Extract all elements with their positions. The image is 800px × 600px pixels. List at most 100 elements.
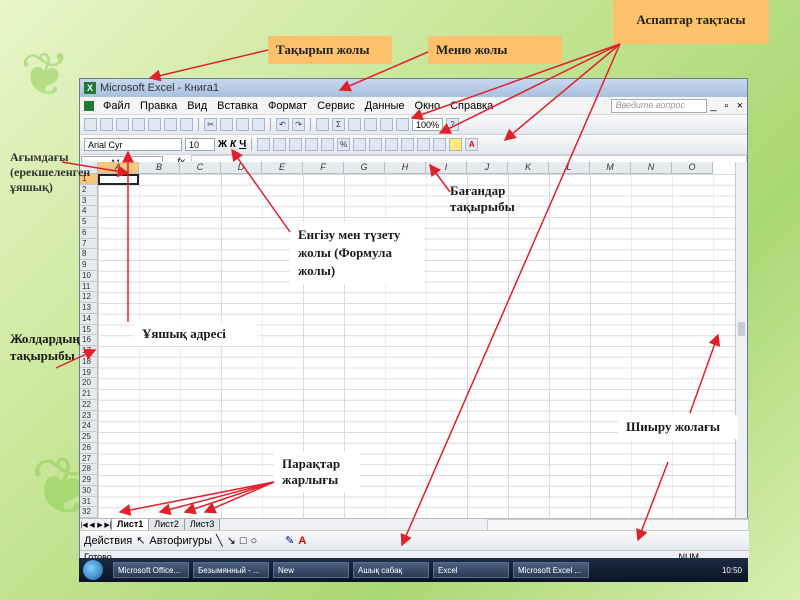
redo-icon[interactable]: ↷ — [292, 118, 305, 131]
menu-edit[interactable]: Правка — [135, 100, 182, 112]
next-sheet-icon[interactable]: ▶ — [96, 521, 104, 529]
sort-ascending-icon[interactable] — [348, 118, 361, 131]
row-header-18[interactable]: 18 — [80, 356, 98, 368]
thousands-icon[interactable] — [353, 138, 367, 151]
menu-insert[interactable]: Вставка — [212, 100, 263, 112]
row-header-24[interactable]: 24 — [80, 421, 98, 432]
scroll-thumb[interactable] — [738, 322, 745, 336]
preview-icon[interactable] — [164, 118, 177, 131]
zoom-combo[interactable]: 100% — [412, 118, 444, 131]
merge-center-icon[interactable] — [305, 138, 319, 151]
prev-sheet-icon[interactable]: ◀ — [88, 521, 96, 529]
menu-view[interactable]: Вид — [182, 100, 212, 112]
row-header-8[interactable]: 8 — [80, 249, 98, 260]
print-icon[interactable] — [148, 118, 161, 131]
task-button[interactable]: Безымянный - ... — [193, 562, 269, 578]
format-painter-icon[interactable] — [252, 118, 265, 131]
bold-icon[interactable]: Ж — [218, 139, 227, 150]
row-header-6[interactable]: 6 — [80, 227, 98, 239]
increase-indent-icon[interactable] — [417, 138, 431, 151]
rectangle-icon[interactable]: □ — [240, 535, 247, 547]
chart-wizard-icon[interactable] — [380, 118, 393, 131]
active-cell[interactable] — [98, 174, 139, 185]
column-header-N[interactable]: N — [631, 162, 672, 174]
column-header-I[interactable]: I — [426, 162, 467, 174]
help-question-input[interactable]: Введите вопрос — [610, 98, 707, 113]
row-header-31[interactable]: 31 — [80, 496, 98, 508]
font-color-icon[interactable]: A — [298, 535, 306, 547]
row-header-22[interactable]: 22 — [80, 399, 98, 411]
column-header-D[interactable]: D — [221, 162, 262, 174]
column-header-F[interactable]: F — [303, 162, 344, 174]
menu-help[interactable]: Справка — [445, 100, 498, 112]
row-header-3[interactable]: 3 — [80, 195, 98, 207]
column-header-C[interactable]: C — [180, 162, 221, 174]
column-header-A[interactable]: A — [98, 162, 139, 174]
arrow-icon[interactable]: ↘ — [227, 534, 236, 547]
align-center-icon[interactable] — [273, 138, 287, 151]
row-header-32[interactable]: 32 — [80, 507, 98, 518]
decrease-indent-icon[interactable] — [401, 138, 415, 151]
new-icon[interactable] — [84, 118, 97, 131]
row-header-27[interactable]: 27 — [80, 453, 98, 465]
autoshapes-menu[interactable]: Автофигуры — [149, 535, 212, 547]
row-header-16[interactable]: 16 — [80, 335, 98, 346]
align-right-icon[interactable] — [289, 138, 303, 151]
copy-icon[interactable] — [220, 118, 233, 131]
autosum-icon[interactable]: Σ — [332, 118, 345, 131]
row-header-26[interactable]: 26 — [80, 442, 98, 454]
currency-icon[interactable] — [321, 138, 335, 151]
row-header-12[interactable]: 12 — [80, 292, 98, 303]
column-header-J[interactable]: J — [467, 162, 508, 174]
start-button[interactable] — [83, 560, 103, 580]
sort-descending-icon[interactable] — [364, 118, 377, 131]
close-icon[interactable]: × — [733, 100, 747, 112]
column-header-O[interactable]: O — [672, 162, 713, 174]
save-icon[interactable] — [116, 118, 129, 131]
row-header-14[interactable]: 14 — [80, 313, 98, 325]
row-header-23[interactable]: 23 — [80, 410, 98, 422]
restore-icon[interactable]: ▫ — [721, 100, 733, 112]
row-header-28[interactable]: 28 — [80, 464, 98, 475]
column-header-H[interactable]: H — [385, 162, 426, 174]
task-button[interactable]: New — [273, 562, 349, 578]
vertical-scrollbar[interactable] — [735, 162, 747, 518]
hyperlink-icon[interactable] — [316, 118, 329, 131]
task-button[interactable]: Microsoft Office... — [113, 562, 189, 578]
spelling-icon[interactable] — [180, 118, 193, 131]
row-header-15[interactable]: 15 — [80, 324, 98, 336]
minimize-icon[interactable]: _ — [707, 100, 721, 112]
menu-tools[interactable]: Сервис — [312, 100, 360, 112]
row-header-20[interactable]: 20 — [80, 378, 98, 389]
row-header-21[interactable]: 21 — [80, 389, 98, 400]
column-header-B[interactable]: B — [139, 162, 180, 174]
borders-icon[interactable] — [433, 138, 447, 151]
undo-icon[interactable]: ↶ — [276, 118, 289, 131]
paste-icon[interactable] — [236, 118, 249, 131]
open-icon[interactable] — [100, 118, 113, 131]
percent-icon[interactable]: % — [337, 138, 351, 151]
column-header-M[interactable]: M — [590, 162, 631, 174]
cut-icon[interactable]: ✂ — [204, 118, 217, 131]
row-header-4[interactable]: 4 — [80, 206, 98, 217]
align-left-icon[interactable] — [257, 138, 271, 151]
row-header-19[interactable]: 19 — [80, 367, 98, 379]
row-header-5[interactable]: 5 — [80, 217, 98, 228]
oval-icon[interactable]: ○ — [251, 535, 258, 547]
font-name-combo[interactable]: Arial Cyr — [84, 138, 182, 151]
menu-format[interactable]: Формат — [263, 100, 312, 112]
row-header-29[interactable]: 29 — [80, 475, 98, 486]
row-header-17[interactable]: 17 — [80, 346, 98, 357]
permission-icon[interactable] — [132, 118, 145, 131]
fill-color-icon[interactable] — [449, 138, 463, 151]
menu-window[interactable]: Окно — [410, 100, 446, 112]
column-header-E[interactable]: E — [262, 162, 303, 174]
row-header-10[interactable]: 10 — [80, 270, 98, 282]
draw-actions-menu[interactable]: Действия — [84, 535, 132, 547]
drawing-icon[interactable] — [396, 118, 409, 131]
line-color-icon[interactable]: ✎ — [285, 534, 294, 547]
row-header-9[interactable]: 9 — [80, 260, 98, 271]
menu-data[interactable]: Данные — [360, 100, 410, 112]
menu-file[interactable]: Файл — [98, 100, 135, 112]
column-header-L[interactable]: L — [549, 162, 590, 174]
